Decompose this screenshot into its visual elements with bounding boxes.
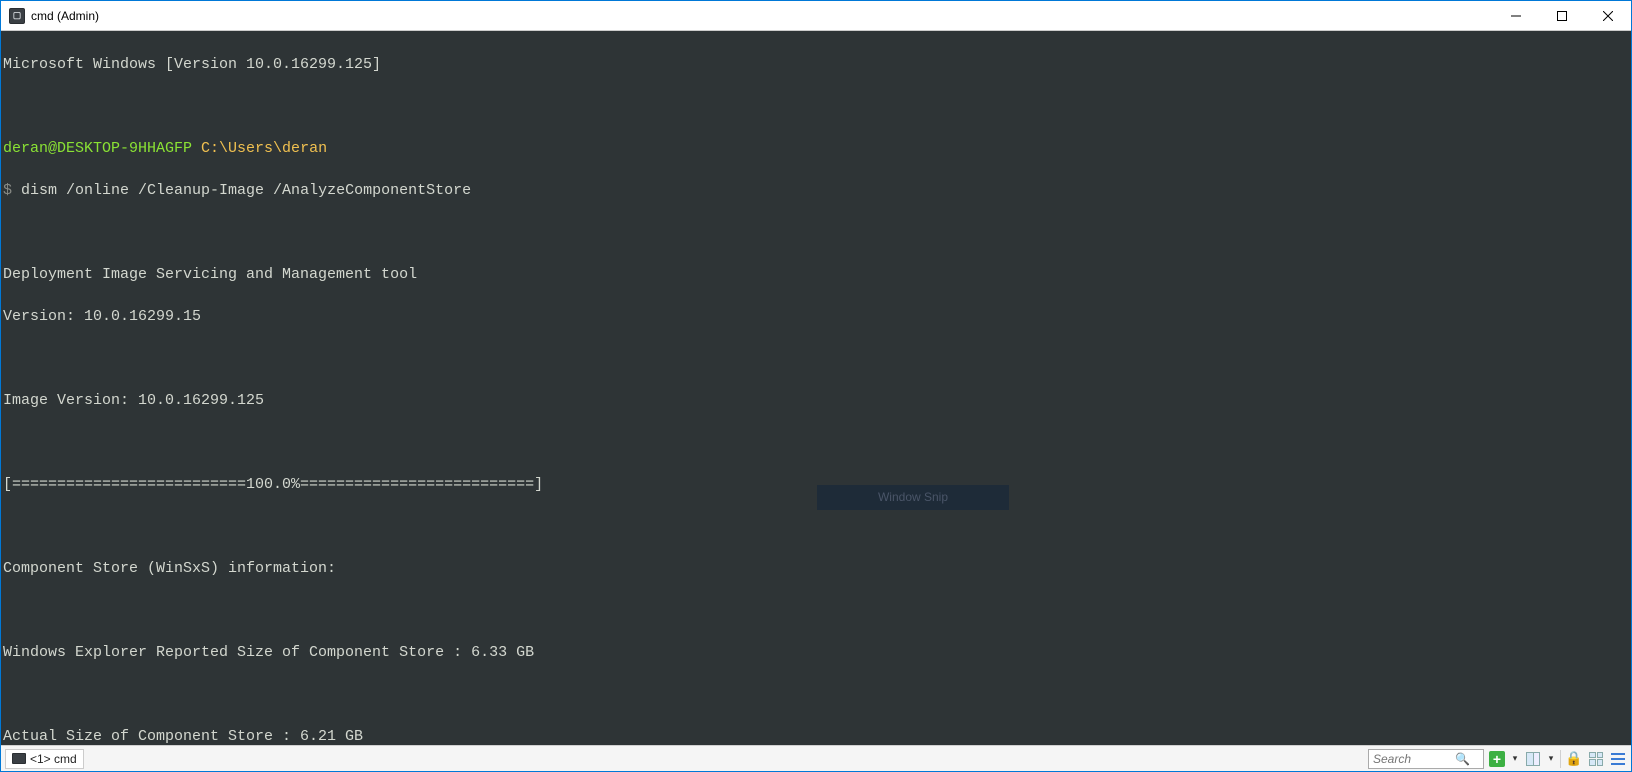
statusbar: <1> cmd 🔍 + ▾ ▾ 🔒 <box>1 745 1631 771</box>
terminal-line: Deployment Image Servicing and Managemen… <box>3 264 1627 285</box>
terminal[interactable]: Microsoft Windows [Version 10.0.16299.12… <box>1 31 1631 745</box>
prompt-char: $ <box>3 182 12 199</box>
app-icon: ▢ <box>9 8 25 24</box>
terminal-line <box>3 348 1627 369</box>
terminal-line: Actual Size of Component Store : 6.21 GB <box>3 726 1627 745</box>
command-text: dism /online /Cleanup-Image /AnalyzeComp… <box>12 182 471 199</box>
search-box[interactable]: 🔍 <box>1368 749 1484 769</box>
new-tab-button[interactable]: + <box>1488 750 1506 768</box>
separator <box>1560 750 1561 768</box>
terminal-command: $ dism /online /Cleanup-Image /AnalyzeCo… <box>3 180 1627 201</box>
terminal-line: Windows Explorer Reported Size of Compon… <box>3 642 1627 663</box>
terminal-progress: [==========================100.0%=======… <box>3 474 1627 495</box>
search-icon[interactable]: 🔍 <box>1455 752 1470 766</box>
search-input[interactable] <box>1373 752 1455 766</box>
terminal-line: Component Store (WinSxS) information: <box>3 558 1627 579</box>
prompt-user: deran@DESKTOP-9HHAGFP <box>3 140 192 157</box>
prompt-path: C:\Users\deran <box>201 140 327 157</box>
terminal-line <box>3 600 1627 621</box>
lock-icon[interactable]: 🔒 <box>1565 750 1583 768</box>
terminal-line <box>3 684 1627 705</box>
titlebar: ▢ cmd (Admin) <box>1 1 1631 31</box>
terminal-line: Version: 10.0.16299.15 <box>3 306 1627 327</box>
tab-label: <1> cmd <box>30 752 77 766</box>
split-vertical-button[interactable] <box>1524 750 1542 768</box>
terminal-line <box>3 222 1627 243</box>
terminal-line <box>3 516 1627 537</box>
terminal-line: Image Version: 10.0.16299.125 <box>3 390 1627 411</box>
console-icon <box>12 753 26 764</box>
terminal-prompt: deran@DESKTOP-9HHAGFP C:\Users\deran <box>3 138 1627 159</box>
terminal-line <box>3 96 1627 117</box>
split-dropdown[interactable]: ▾ <box>1546 750 1556 768</box>
console-tab[interactable]: <1> cmd <box>5 749 84 769</box>
minimize-button[interactable] <box>1493 1 1539 31</box>
maximize-button[interactable] <box>1539 1 1585 31</box>
new-tab-dropdown[interactable]: ▾ <box>1510 750 1520 768</box>
terminal-line: Microsoft Windows [Version 10.0.16299.12… <box>3 54 1627 75</box>
window-grid-button[interactable] <box>1587 750 1605 768</box>
terminal-line <box>3 432 1627 453</box>
close-button[interactable] <box>1585 1 1631 31</box>
menu-button[interactable] <box>1609 750 1627 768</box>
window-title: cmd (Admin) <box>31 9 99 23</box>
